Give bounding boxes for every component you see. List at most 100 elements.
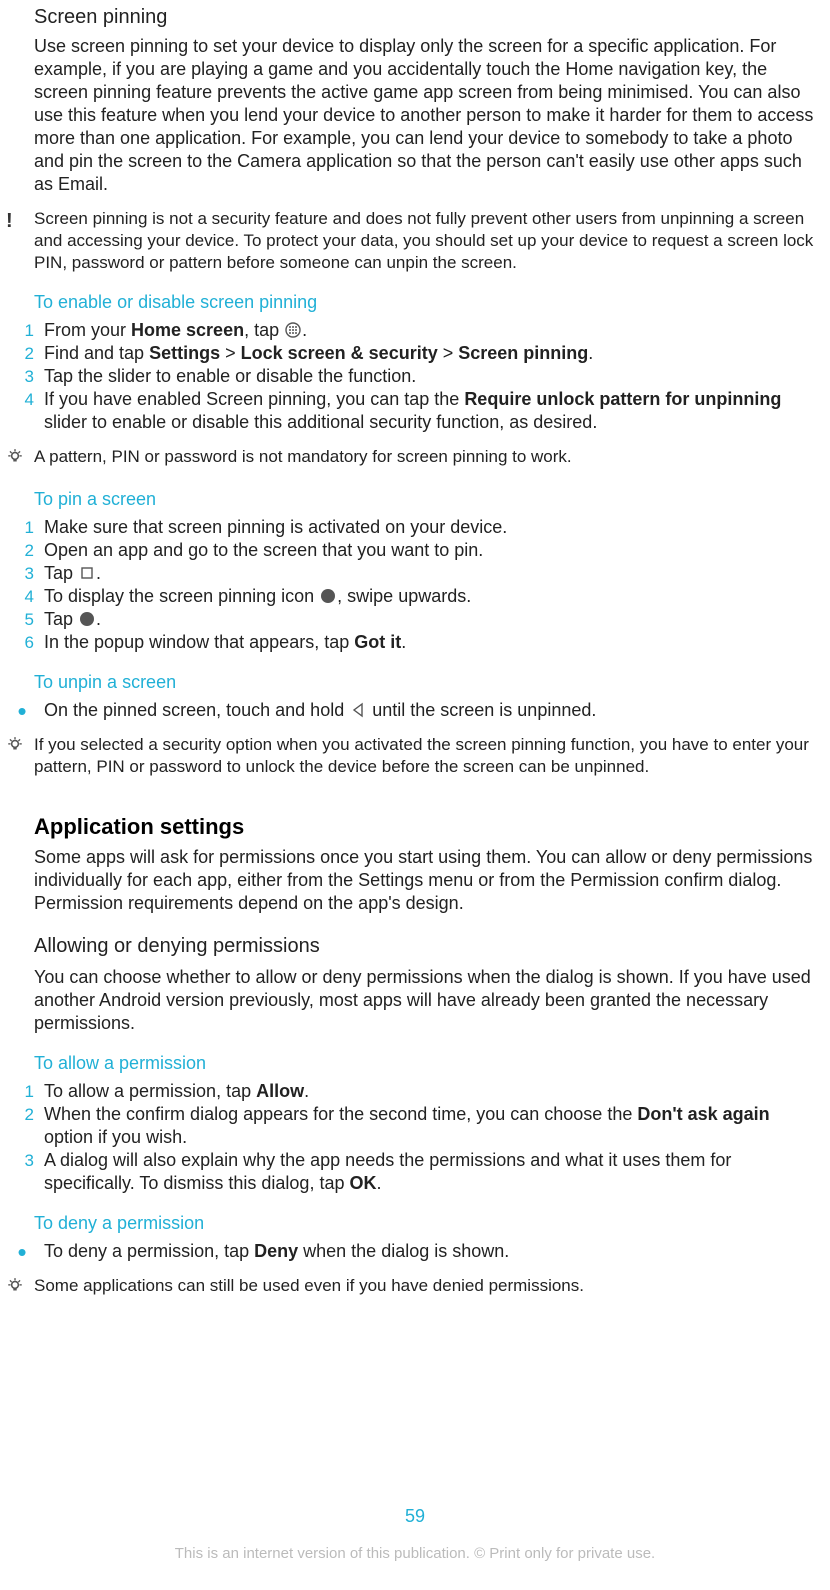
enable-screen-pinning-heading: To enable or disable screen pinning [34,292,816,313]
page-footer: 59 This is an internet version of this p… [0,1506,830,1562]
text: If you have enabled Screen pinning, you … [44,389,464,409]
step-body: Make sure that screen pinning is activat… [44,516,816,539]
list-item: • To deny a permission, tap Deny when th… [10,1240,816,1263]
text: . [96,563,101,583]
list-item: 6 In the popup window that appears, tap … [10,631,816,654]
allow-deny-heading: Allowing or denying permissions [34,935,816,958]
step-body: Find and tap Settings > Lock screen & se… [44,342,816,365]
list-item: 2Open an app and go to the screen that y… [10,539,816,562]
step-body: Tap the slider to enable or disable the … [44,365,816,388]
lightbulb-icon [6,734,34,778]
warning-icon: ! [6,208,34,274]
text: . [588,343,593,363]
allow-permission-heading: To allow a permission [34,1053,816,1074]
text: when the dialog is shown. [298,1241,509,1261]
step-body: Open an app and go to the screen that yo… [44,539,816,562]
step-body: From your Home screen, tap . [44,319,816,342]
step-number: 1 [10,1080,34,1103]
step-number: 1 [10,516,34,539]
list-item: 2 Find and tap Settings > Lock screen & … [10,342,816,365]
step-body: In the popup window that appears, tap Go… [44,631,816,654]
lock-screen-security-label: Lock screen & security [241,343,438,363]
bullet-body: To deny a permission, tap Deny when the … [44,1240,816,1263]
deny-tip-row: Some applications can still be used even… [0,1275,830,1300]
enable-steps: 1 From your Home screen, tap . 2 Find an… [34,319,816,434]
text: Find and tap [44,343,149,363]
list-item: 4 To display the screen pinning icon , s… [10,585,816,608]
step-number: 4 [10,585,34,608]
screen-pinning-title: Screen pinning [34,6,816,29]
breadcrumb-sep: > [220,343,241,363]
text: On the pinned screen, touch and hold [44,700,349,720]
settings-label: Settings [149,343,220,363]
list-item: 3 Tap . [10,562,816,585]
text: . [376,1173,381,1193]
list-item: • On the pinned screen, touch and hold u… [10,699,816,722]
step-number: 2 [10,342,34,365]
deny-tip: Some applications can still be used even… [34,1275,816,1300]
text: until the screen is unpinned. [367,700,596,720]
apps-grid-icon [285,322,301,338]
app-settings-intro: Some apps will ask for permissions once … [34,846,816,915]
step-body: To allow a permission, tap Allow. [44,1080,816,1103]
text: . [304,1081,309,1101]
screen-pinning-label: Screen pinning [458,343,588,363]
text: When the confirm dialog appears for the … [44,1104,637,1124]
allow-steps: 1 To allow a permission, tap Allow. 2 Wh… [34,1080,816,1195]
allow-deny-para: You can choose whether to allow or deny … [34,966,816,1035]
text: option if you wish. [44,1127,187,1147]
step-body: Tap . [44,562,816,585]
unpin-tip: If you selected a security option when y… [34,734,816,778]
text: . [302,320,307,340]
list-item: 1 Make sure that screen pinning is activa… [10,516,816,539]
breadcrumb-sep: > [438,343,459,363]
step-body: To display the screen pinning icon , swi… [44,585,816,608]
step-body: If you have enabled Screen pinning, you … [44,388,816,434]
list-item: 1 From your Home screen, tap . [10,319,816,342]
step-number: 3 [10,1149,34,1195]
text: . [96,609,101,629]
list-item: 1 To allow a permission, tap Allow. [10,1080,816,1103]
step-body: Tap . [44,608,816,631]
pin-screen-heading: To pin a screen [34,489,816,510]
recent-apps-icon [79,565,95,581]
screen-pinning-warning-row: ! Screen pinning is not a security featu… [0,208,830,274]
text: To deny a permission, tap [44,1241,254,1261]
list-item: 3 Tap the slider to enable or disable th… [10,365,816,388]
step-number: 5 [10,608,34,631]
lightbulb-icon [6,1275,34,1300]
allow-label: Allow [256,1081,304,1101]
ok-label: OK [349,1173,376,1193]
list-item: 4 If you have enabled Screen pinning, yo… [10,388,816,434]
list-item: 3 A dialog will also explain why the app… [10,1149,816,1195]
pin-icon [79,611,95,627]
unpin-tip-row: If you selected a security option when y… [0,734,830,778]
step-number: 4 [10,388,34,434]
require-unlock-label: Require unlock pattern for unpinning [464,389,781,409]
step-body: When the confirm dialog appears for the … [44,1103,816,1149]
disclaimer: This is an internet version of this publ… [0,1545,830,1562]
home-screen-label: Home screen [131,320,244,340]
unpin-bullets: • On the pinned screen, touch and hold u… [34,699,816,722]
bullet-icon: • [10,1240,34,1263]
step-number: 3 [10,365,34,388]
screen-pinning-warning: Screen pinning is not a security feature… [34,208,816,274]
got-it-label: Got it [354,632,401,652]
text: Tap [44,563,78,583]
screen-pinning-intro: Use screen pinning to set your device to… [34,35,816,196]
unpin-screen-heading: To unpin a screen [34,672,816,693]
list-item: 2 When the confirm dialog appears for th… [10,1103,816,1149]
text: A dialog will also explain why the app n… [44,1150,731,1193]
deny-permission-heading: To deny a permission [34,1213,816,1234]
step-number: 6 [10,631,34,654]
deny-bullets: • To deny a permission, tap Deny when th… [34,1240,816,1263]
text: . [401,632,406,652]
list-item: 5 Tap . [10,608,816,631]
app-settings-title: Application settings [34,814,816,840]
text: To display the screen pinning icon [44,586,319,606]
page-number: 59 [0,1506,830,1527]
text: Tap [44,609,78,629]
dont-ask-again-label: Don't ask again [637,1104,769,1124]
step-body: A dialog will also explain why the app n… [44,1149,816,1195]
text: In the popup window that appears, tap [44,632,354,652]
